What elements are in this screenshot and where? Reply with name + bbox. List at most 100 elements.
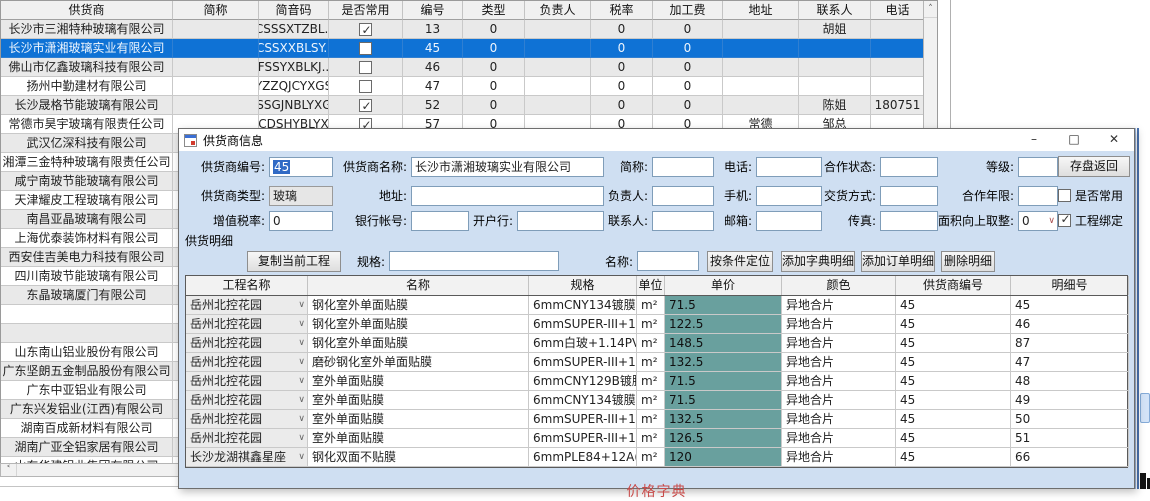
copy-current-project-button[interactable]: 复制当前工程 [247,251,341,272]
round-up-combo[interactable]: 0 ∨ [1018,211,1058,231]
detail-cell: 48 [1011,372,1129,391]
unit-price-cell[interactable]: 71.5 [665,296,782,315]
column-header[interactable]: 联系人 [799,1,871,20]
common-checkbox[interactable]: 是否常用 [1058,187,1130,204]
checkbox-checked-icon[interactable] [359,23,372,36]
column-header[interactable]: 地址 [723,1,799,20]
supplier-id-input[interactable]: 45 [269,157,333,177]
cell-manager [525,58,591,77]
detail-column-header[interactable]: 供货商编号 [896,276,1011,295]
detail-cell: m² [637,410,665,429]
locate-by-condition-button[interactable]: 按条件定位 [707,251,773,272]
checkbox-icon[interactable] [359,61,372,74]
dialog-titlebar[interactable]: 供货商信息 – □ ✕ [179,129,1134,151]
manager-input[interactable] [652,186,714,206]
column-header[interactable]: 税率 [591,1,653,20]
project-name-value: 岳州北控花园 [190,334,262,352]
unit-price-cell[interactable]: 132.5 [665,353,782,372]
detail-column-header[interactable]: 单价 [665,276,782,295]
scroll-left-icon[interactable]: ˂ [1,464,17,476]
delivery-input[interactable] [880,186,938,206]
scroll-up-icon[interactable]: ˄ [924,1,937,18]
bank-account-input[interactable] [411,211,469,231]
cell-type: 0 [463,39,525,58]
supplier-type-input[interactable]: 玻璃 [269,186,333,206]
supplier-row[interactable]: 长沙晟格节能玻璃有限公司CSSGJNBLYXGS52000陈姐180751 [1,96,937,115]
checkbox-icon[interactable] [359,42,372,55]
cell-common[interactable] [329,77,403,96]
save-return-button[interactable]: 存盘返回 [1058,156,1130,177]
add-dict-detail-button[interactable]: 添加字典明细 [781,251,855,272]
detail-column-header[interactable]: 颜色 [782,276,896,295]
coop-years-input[interactable] [1018,186,1058,206]
detail-column-header[interactable]: 明细号 [1011,276,1129,295]
project-name-combo[interactable]: 岳州北控花园∨ [186,353,308,372]
detail-column-header[interactable]: 单位 [637,276,665,295]
checkbox-checked-icon[interactable] [359,99,372,112]
project-name-combo[interactable]: 岳州北控花园∨ [186,429,308,448]
vat-input[interactable]: 0 [269,211,333,231]
column-header[interactable]: 简音码 [259,1,329,20]
unit-price-cell[interactable]: 148.5 [665,334,782,353]
fax-input[interactable] [880,211,938,231]
unit-price-cell[interactable]: 132.5 [665,410,782,429]
unit-price-cell[interactable]: 71.5 [665,391,782,410]
unit-price-cell[interactable]: 120 [665,448,782,467]
column-header[interactable]: 编号 [403,1,463,20]
column-header[interactable]: 加工费 [653,1,723,20]
unit-price-cell[interactable]: 122.5 [665,315,782,334]
price-dict-link[interactable]: 价格字典 [185,481,1128,501]
detail-column-header[interactable]: 名称 [308,276,529,295]
cell-common[interactable] [329,20,403,39]
unit-price-cell[interactable]: 71.5 [665,372,782,391]
spec-filter-input[interactable] [389,251,559,271]
project-name-combo[interactable]: 岳州北控花园∨ [186,391,308,410]
column-header[interactable]: 是否常用 [329,1,403,20]
detail-column-header[interactable]: 规格 [529,276,637,295]
delete-detail-button[interactable]: 删除明细 [941,251,995,272]
detail-column-header[interactable]: 工程名称 [186,276,308,295]
unit-price-cell[interactable]: 126.5 [665,429,782,448]
cell-common[interactable] [329,39,403,58]
mobile-input[interactable] [756,186,822,206]
add-order-detail-button[interactable]: 添加订单明细 [861,251,935,272]
cell-type: 0 [463,77,525,96]
minimize-button[interactable]: – [1014,129,1054,151]
name-filter-input[interactable] [637,251,699,271]
grade-input[interactable] [1018,157,1058,177]
supplier-row[interactable]: 长沙市潇湘玻璃实业有限公司CSSXXBLSY..45000 [1,39,937,58]
supplier-id-label: 供货商编号: [185,158,269,175]
project-name-combo[interactable]: 岳州北控花园∨ [186,410,308,429]
project-name-combo[interactable]: 岳州北控花园∨ [186,315,308,334]
cell-common[interactable] [329,96,403,115]
supplier-name-input[interactable]: 长沙市潇湘玻璃实业有限公司 [411,157,604,177]
project-name-combo[interactable]: 岳州北控花园∨ [186,296,308,315]
background-scrollbar-thumb[interactable] [1140,393,1150,423]
project-bind-checkbox[interactable]: 工程绑定 [1058,212,1130,229]
column-header[interactable]: 负责人 [525,1,591,20]
supplier-row[interactable]: 扬州中勤建材有限公司YZZQJCYXGS47000 [1,77,937,96]
supplier-row[interactable]: 长沙市三湘特种玻璃有限公司CSSSXTZBL..13000胡姐 [1,20,937,39]
maximize-button[interactable]: □ [1054,129,1094,151]
cell-contact: 胡姐 [799,20,871,39]
contact-input[interactable] [652,211,714,231]
project-name-combo[interactable]: 长沙龙湖祺鑫星座∨ [186,448,308,467]
supplier-row[interactable]: 佛山市亿鑫玻璃科技有限公司FSSYXBLKJ..46000 [1,58,937,77]
project-name-combo[interactable]: 岳州北控花园∨ [186,372,308,391]
close-button[interactable]: ✕ [1094,129,1134,151]
bank-branch-input[interactable] [517,211,604,231]
address-input[interactable] [411,186,604,206]
checkbox-icon[interactable] [359,80,372,93]
mobile-label: 手机: [714,187,756,204]
abbr-input[interactable] [652,157,714,177]
project-name-combo[interactable]: 岳州北控花园∨ [186,334,308,353]
cell-common[interactable] [329,58,403,77]
email-input[interactable] [756,211,822,231]
coop-status-input[interactable] [880,157,938,177]
column-header[interactable]: 简称 [173,1,259,20]
column-header[interactable]: 供货商 [1,1,173,20]
column-header[interactable]: 电话 [871,1,925,20]
cell-contact: 陈姐 [799,96,871,115]
column-header[interactable]: 类型 [463,1,525,20]
phone-input[interactable] [756,157,822,177]
